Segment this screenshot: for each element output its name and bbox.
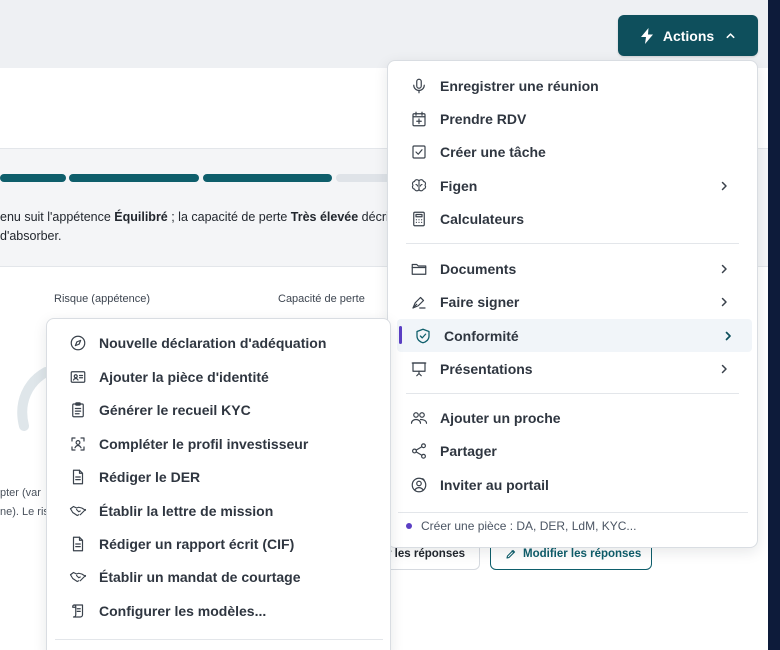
edit-answers-label: Modifier les réponses [523,548,642,560]
clipboard-icon [69,401,87,419]
progress-segment [0,174,66,182]
pencil-icon [505,548,517,560]
submenu-item-investor-profile[interactable]: Compléter le profil investisseur [69,427,379,460]
scroll-icon [69,602,87,620]
menu-divider [406,243,739,244]
face-scan-icon [69,435,87,453]
menu-item-label: Figen [440,177,478,194]
calendar-plus-icon [410,110,428,128]
menu-item-invite-portal[interactable]: Inviter au portail [410,468,750,501]
profile-summary-line2: d'absorber. [0,229,62,243]
menu-item-label: Enregistrer une réunion [440,77,599,94]
handshake-icon [69,568,87,586]
handshake-icon [69,502,87,520]
profile-summary-line1: enu suit l'appétence Équilibré ; la capa… [0,210,389,224]
chevron-right-icon [718,285,730,318]
menu-item-label: Partager [440,442,497,459]
file-text-icon [69,535,87,553]
submenu-item-adequacy[interactable]: Nouvelle déclaration d'adéquation [69,326,379,359]
menu-item-documents[interactable]: Documents [410,252,750,285]
submenu-item-id-card[interactable]: Ajouter la pièce d'identité [69,360,379,393]
menu-item-label: Établir un mandat de courtage [99,568,301,585]
column-header-capacity: Capacité de perte [278,293,365,305]
submenu-item-der[interactable]: Rédiger le DER [69,460,379,493]
menu-item-label: Présentations [440,360,533,377]
compass-icon [69,334,87,352]
chevron-right-icon [718,169,730,202]
submenu-item-cif-report[interactable]: Rédiger un rapport écrit (CIF) [69,527,379,560]
menu-item-label: Nouvelle déclaration d'adéquation [99,334,327,351]
compliance-submenu: Nouvelle déclaration d'adéquation Ajoute… [46,318,391,650]
menu-item-share[interactable]: Partager [410,434,750,467]
menu-item-record-meeting[interactable]: Enregistrer une réunion [410,69,750,102]
status-dot [406,523,412,529]
menu-item-label: Calculateurs [440,210,525,227]
chevron-right-icon [718,352,730,385]
footer-hint-text: Créer une pièce : DA, DER, LdM, KYC... [421,519,637,533]
active-indicator [399,326,402,344]
menu-footer-hint: Créer une pièce : DA, DER, LdM, KYC... [406,519,636,533]
menu-item-label: Documents [440,260,517,277]
chevron-right-icon [722,319,734,352]
submenu-item-kyc[interactable]: Générer le recueil KYC [69,393,379,426]
actions-menu: Enregistrer une réunion Prendre RDV Crée… [387,60,758,548]
menu-divider [406,393,739,394]
menu-item-appointment[interactable]: Prendre RDV [410,102,750,135]
menu-item-sign[interactable]: Faire signer [410,285,750,318]
folder-icon [410,260,428,278]
menu-item-label: Générer le recueil KYC [99,401,251,418]
menu-item-label: Inviter au portail [440,476,549,493]
risk-text-fragment: ne). Le ris [0,506,49,518]
menu-item-label: Conformité [444,327,519,344]
submenu-item-brokerage-mandate[interactable]: Établir un mandat de courtage [69,560,379,593]
menu-item-label: Rédiger le DER [99,468,201,485]
menu-item-label: Créer une tâche [440,143,546,160]
actions-button[interactable]: Actions [618,15,758,56]
column-header-risk: Risque (appétence) [54,293,151,305]
portal-user-icon [410,476,428,494]
signature-pen-icon [410,293,428,311]
chevron-up-icon [725,30,736,41]
menu-item-label: Rédiger un rapport écrit (CIF) [99,535,295,552]
menu-item-compliance[interactable]: Conformité [410,319,750,352]
progress-segment [69,174,199,182]
lightning-icon [640,27,654,44]
menu-item-label: Compléter le profil investisseur [99,435,309,452]
submenu-item-mission-letter[interactable]: Établir la lettre de mission [69,494,379,527]
menu-item-label: Établir la lettre de mission [99,502,274,519]
menu-item-create-task[interactable]: Créer une tâche [410,135,750,168]
menu-item-label: Configurer les modèles... [99,602,267,619]
menu-item-add-relative[interactable]: Ajouter un proche [410,401,750,434]
calculator-icon [410,210,428,228]
menu-item-label: Faire signer [440,293,520,310]
file-text-icon [69,468,87,486]
menu-item-figen[interactable]: Figen [410,169,750,202]
menu-item-label: Prendre RDV [440,110,527,127]
risk-text-fragment: pter (var [0,487,41,499]
progress-segment [203,174,332,182]
share-icon [410,442,428,460]
id-card-icon [69,368,87,386]
microphone-icon [410,77,428,95]
checkbox-icon [410,143,428,161]
chevron-right-icon [718,252,730,285]
brain-icon [410,177,428,195]
menu-item-label: Ajouter un proche [440,409,561,426]
actions-label: Actions [662,27,715,44]
presentation-icon [410,360,428,378]
submenu-item-configure-templates[interactable]: Configurer les modèles... [69,594,379,627]
menu-divider [398,512,748,513]
menu-item-presentations[interactable]: Présentations [410,352,750,385]
menu-item-label: Ajouter la pièce d'identité [99,368,269,385]
menu-divider [55,639,383,640]
shield-check-icon [414,327,432,345]
menu-item-calculators[interactable]: Calculateurs [410,202,750,235]
side-panel-edge [768,0,780,650]
users-icon [410,409,428,427]
